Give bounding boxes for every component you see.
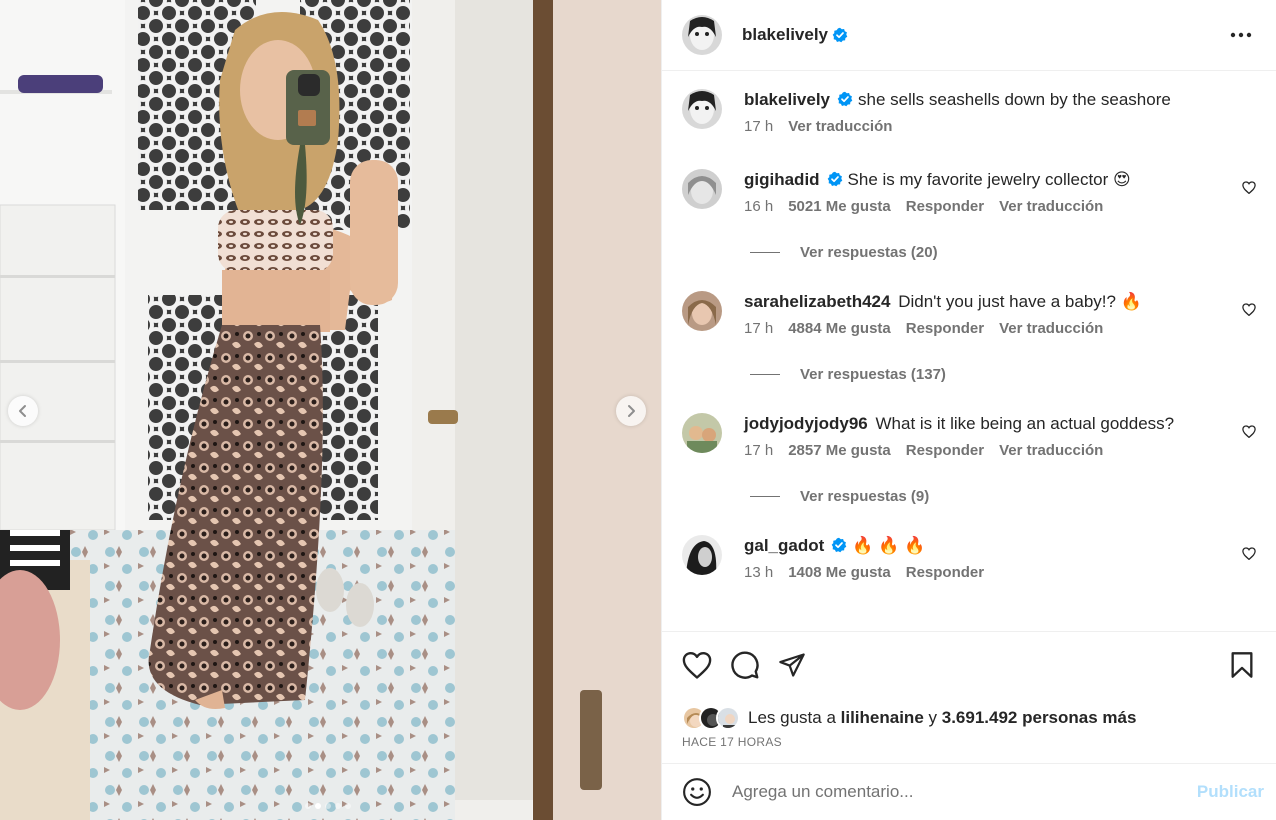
like-heart-icon[interactable] bbox=[682, 651, 712, 679]
caption-author-avatar[interactable] bbox=[682, 89, 722, 129]
save-bookmark-icon[interactable] bbox=[1230, 651, 1254, 679]
caption-translate-link[interactable]: Ver traducción bbox=[788, 118, 892, 135]
reply-button[interactable]: Responder bbox=[906, 564, 984, 581]
share-paper-plane-icon[interactable] bbox=[778, 651, 806, 679]
comment-time[interactable]: 16 h bbox=[744, 198, 773, 215]
like-comment-heart-icon[interactable] bbox=[1242, 547, 1256, 560]
replies-divider bbox=[750, 496, 780, 497]
chevron-left-icon bbox=[19, 405, 26, 417]
caption-time[interactable]: 17 h bbox=[744, 118, 773, 135]
commenter-username[interactable]: gal_gadot bbox=[744, 536, 824, 555]
carousel-indicator bbox=[305, 803, 351, 809]
translate-link[interactable]: Ver traducción bbox=[999, 442, 1103, 459]
post-header: blakelively bbox=[662, 0, 1276, 71]
comment-likes-count[interactable]: 4884 Me gusta bbox=[788, 320, 891, 337]
comment-likes-count[interactable]: 5021 Me gusta bbox=[788, 198, 891, 215]
previous-slide-button[interactable] bbox=[8, 396, 38, 426]
view-replies-label: Ver respuestas (20) bbox=[800, 244, 938, 261]
post-photo bbox=[0, 0, 661, 820]
comment-likes-count[interactable]: 1408 Me gusta bbox=[788, 564, 891, 581]
carousel-dot bbox=[345, 803, 351, 809]
comment-item: gigihadid She is my favorite jewelry coll… bbox=[682, 169, 1256, 215]
likes-count[interactable]: 3.691.492 personas más bbox=[942, 708, 1137, 728]
replies-divider bbox=[750, 374, 780, 375]
comment-likes-count[interactable]: 2857 Me gusta bbox=[788, 442, 891, 459]
replies-divider bbox=[750, 252, 780, 253]
comment-text: What is it like being an actual goddess? bbox=[875, 414, 1175, 433]
author-avatar[interactable] bbox=[682, 15, 722, 55]
post-caption: blakelively she sells seashells down by t… bbox=[682, 89, 1256, 169]
likes-conjunction: y bbox=[928, 708, 938, 727]
like-comment-heart-icon[interactable] bbox=[1242, 303, 1256, 316]
chevron-right-icon bbox=[628, 405, 635, 417]
next-slide-button[interactable] bbox=[616, 396, 646, 426]
carousel-dot bbox=[335, 803, 341, 809]
view-replies-label: Ver respuestas (137) bbox=[800, 366, 946, 383]
caption-text: she sells seashells down by the seashore bbox=[858, 90, 1171, 109]
more-options-icon[interactable] bbox=[1230, 32, 1252, 38]
likes-prefix: Les gusta a bbox=[748, 708, 836, 727]
likes-summary: Les gusta a lilihenaine y 3.691.492 pers… bbox=[682, 706, 1256, 730]
comment-text: She is my favorite jewelry collector 😍 bbox=[847, 170, 1131, 189]
commenter-username[interactable]: jodyjodyjody96 bbox=[744, 414, 868, 433]
like-comment-heart-icon[interactable] bbox=[1242, 181, 1256, 194]
verified-badge-icon bbox=[837, 91, 853, 107]
commenter-avatar[interactable] bbox=[682, 413, 722, 453]
verified-badge-icon bbox=[832, 27, 848, 43]
liker-avatar bbox=[716, 706, 740, 730]
reply-button[interactable]: Responder bbox=[906, 442, 984, 459]
carousel-dot bbox=[305, 803, 311, 809]
commenter-username[interactable]: sarahelizabeth424 bbox=[744, 292, 890, 311]
publish-button[interactable]: Publicar bbox=[1197, 782, 1264, 802]
comment-input[interactable] bbox=[732, 782, 1197, 802]
post-actions: Les gusta a lilihenaine y 3.691.492 pers… bbox=[662, 631, 1276, 749]
comment-text: Didn't you just have a baby!? 🔥 bbox=[898, 292, 1142, 311]
emoji-smiley-icon[interactable] bbox=[682, 777, 712, 807]
translate-link[interactable]: Ver traducción bbox=[999, 198, 1103, 215]
reply-button[interactable]: Responder bbox=[906, 320, 984, 337]
verified-badge-icon bbox=[831, 537, 847, 553]
comments-list[interactable]: blakelively she sells seashells down by t… bbox=[662, 71, 1276, 631]
action-buttons-row bbox=[682, 650, 1256, 680]
author-username[interactable]: blakelively bbox=[742, 25, 828, 45]
post-side-panel: blakelively blakelively she sells seashel… bbox=[661, 0, 1276, 820]
comment-time[interactable]: 17 h bbox=[744, 320, 773, 337]
commenter-username[interactable]: gigihadid bbox=[744, 170, 820, 189]
comment-composer: Publicar bbox=[662, 763, 1276, 820]
comment-item: gal_gadot 🔥 🔥 🔥 13 h 1408 Me gusta Respon… bbox=[682, 535, 1256, 581]
commenter-avatar[interactable] bbox=[682, 291, 722, 331]
liker-avatars[interactable] bbox=[682, 706, 740, 730]
caption-username[interactable]: blakelively bbox=[744, 90, 830, 109]
comment-time[interactable]: 17 h bbox=[744, 442, 773, 459]
translate-link[interactable]: Ver traducción bbox=[999, 320, 1103, 337]
commenter-avatar[interactable] bbox=[682, 169, 722, 209]
verified-badge-icon bbox=[827, 171, 842, 187]
view-replies-button[interactable]: Ver respuestas (9) bbox=[750, 488, 1256, 505]
comment-text: 🔥 🔥 🔥 bbox=[852, 536, 926, 555]
comment-bubble-icon[interactable] bbox=[730, 650, 760, 680]
carousel-dot bbox=[325, 803, 331, 809]
comment-item: jodyjodyjody96 What is it like being an … bbox=[682, 413, 1256, 459]
carousel-dot-active bbox=[315, 803, 321, 809]
post-timestamp[interactable]: HACE 17 HORAS bbox=[682, 735, 1256, 749]
liker-username[interactable]: lilihenaine bbox=[841, 708, 924, 728]
view-replies-button[interactable]: Ver respuestas (20) bbox=[750, 244, 1256, 261]
post-media[interactable] bbox=[0, 0, 661, 820]
commenter-avatar[interactable] bbox=[682, 535, 722, 575]
comment-time[interactable]: 13 h bbox=[744, 564, 773, 581]
reply-button[interactable]: Responder bbox=[906, 198, 984, 215]
view-replies-button[interactable]: Ver respuestas (137) bbox=[750, 366, 1256, 383]
instagram-post-view: blakelively blakelively she sells seashel… bbox=[0, 0, 1276, 820]
like-comment-heart-icon[interactable] bbox=[1242, 425, 1256, 438]
comment-item: sarahelizabeth424 Didn't you just have a… bbox=[682, 291, 1256, 337]
view-replies-label: Ver respuestas (9) bbox=[800, 488, 930, 505]
